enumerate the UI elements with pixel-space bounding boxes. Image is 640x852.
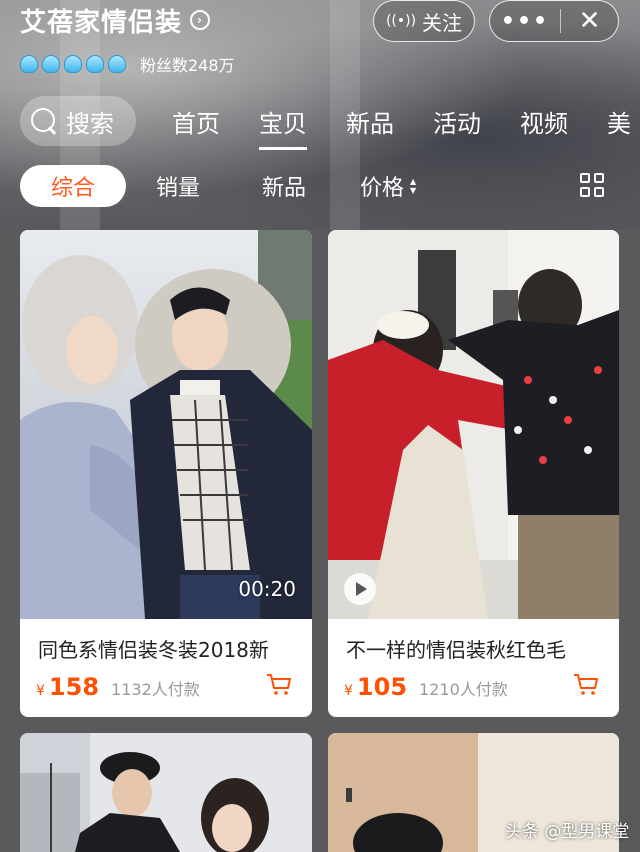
follow-button[interactable]: ((•)) 关注: [373, 0, 475, 42]
chevron-right-icon: ›: [190, 10, 211, 30]
tab-video[interactable]: 视频: [520, 104, 568, 144]
product-card[interactable]: [20, 733, 312, 852]
follow-label: 关注: [422, 10, 463, 35]
product-image: [328, 230, 619, 619]
cart-icon[interactable]: [573, 672, 599, 696]
tab-home[interactable]: 首页: [172, 104, 220, 144]
store-name: 艾蓓家情侣装: [20, 7, 183, 38]
product-card[interactable]: 不一样的情侣装秋红色毛 ¥ 105 1210人付款: [328, 230, 619, 717]
product-image: 00:20: [20, 230, 312, 619]
product-image: [20, 733, 312, 852]
product-price: 105: [356, 673, 408, 701]
tab-activity[interactable]: 活动: [433, 104, 481, 144]
sort-comprehensive[interactable]: 综合: [20, 165, 126, 207]
search-icon: [30, 107, 58, 135]
cart-icon[interactable]: [266, 672, 292, 696]
currency-symbol: ¥: [36, 683, 45, 699]
capsule-menu: ••• ✕: [489, 0, 619, 42]
product-price: 158: [48, 673, 100, 701]
watermark: 头条 @型男课堂: [505, 822, 630, 842]
sort-price-label: 价格: [360, 176, 405, 201]
search-button[interactable]: 搜索: [20, 96, 136, 146]
store-rating: 粉丝数248万: [20, 52, 235, 76]
product-title: 同色系情侣装冬装2018新: [38, 638, 269, 662]
tab-new[interactable]: 新品: [346, 104, 394, 144]
crown-icon: [86, 55, 104, 73]
currency-symbol: ¥: [344, 683, 353, 699]
store-page: 艾蓓家情侣装 › 粉丝数248万 ((•)) 关注 ••• ✕ 搜索 首页 宝贝…: [0, 0, 640, 852]
price-line: ¥ 105 1210人付款: [344, 673, 508, 701]
video-duration: 00:20: [238, 577, 296, 601]
play-icon[interactable]: [344, 573, 376, 605]
crown-icon: [20, 55, 38, 73]
sold-count: 1132人付款: [111, 680, 200, 699]
close-button[interactable]: ✕: [561, 1, 618, 41]
product-card[interactable]: 00:20 同色系情侣装冬装2018新 ¥ 158 1132人付款: [20, 230, 312, 717]
sort-new[interactable]: 新品: [262, 170, 306, 202]
store-title[interactable]: 艾蓓家情侣装 ›: [20, 2, 211, 38]
crown-icon: [108, 55, 126, 73]
search-label: 搜索: [66, 109, 114, 138]
sort-price[interactable]: 价格 ▲ ▼: [360, 170, 416, 202]
grid-view-icon[interactable]: [580, 173, 604, 197]
tab-products[interactable]: 宝贝: [259, 104, 307, 150]
sort-arrows-icon: ▲ ▼: [410, 177, 417, 195]
crown-icon: [42, 55, 60, 73]
more-button[interactable]: •••: [490, 1, 560, 41]
sort-bar: 综合 销量 新品 价格 ▲ ▼: [20, 164, 620, 208]
tab-beauty[interactable]: 美: [607, 104, 631, 144]
sold-count: 1210人付款: [419, 680, 508, 699]
product-title: 不一样的情侣装秋红色毛: [346, 638, 566, 662]
crown-icon: [64, 55, 82, 73]
broadcast-icon: ((•)): [385, 13, 417, 29]
sort-sales[interactable]: 销量: [156, 170, 200, 202]
price-line: ¥ 158 1132人付款: [36, 673, 200, 701]
fans-count: 粉丝数248万: [140, 56, 235, 75]
store-tabs: 首页 宝贝 新品 活动 视频 美: [172, 104, 631, 150]
